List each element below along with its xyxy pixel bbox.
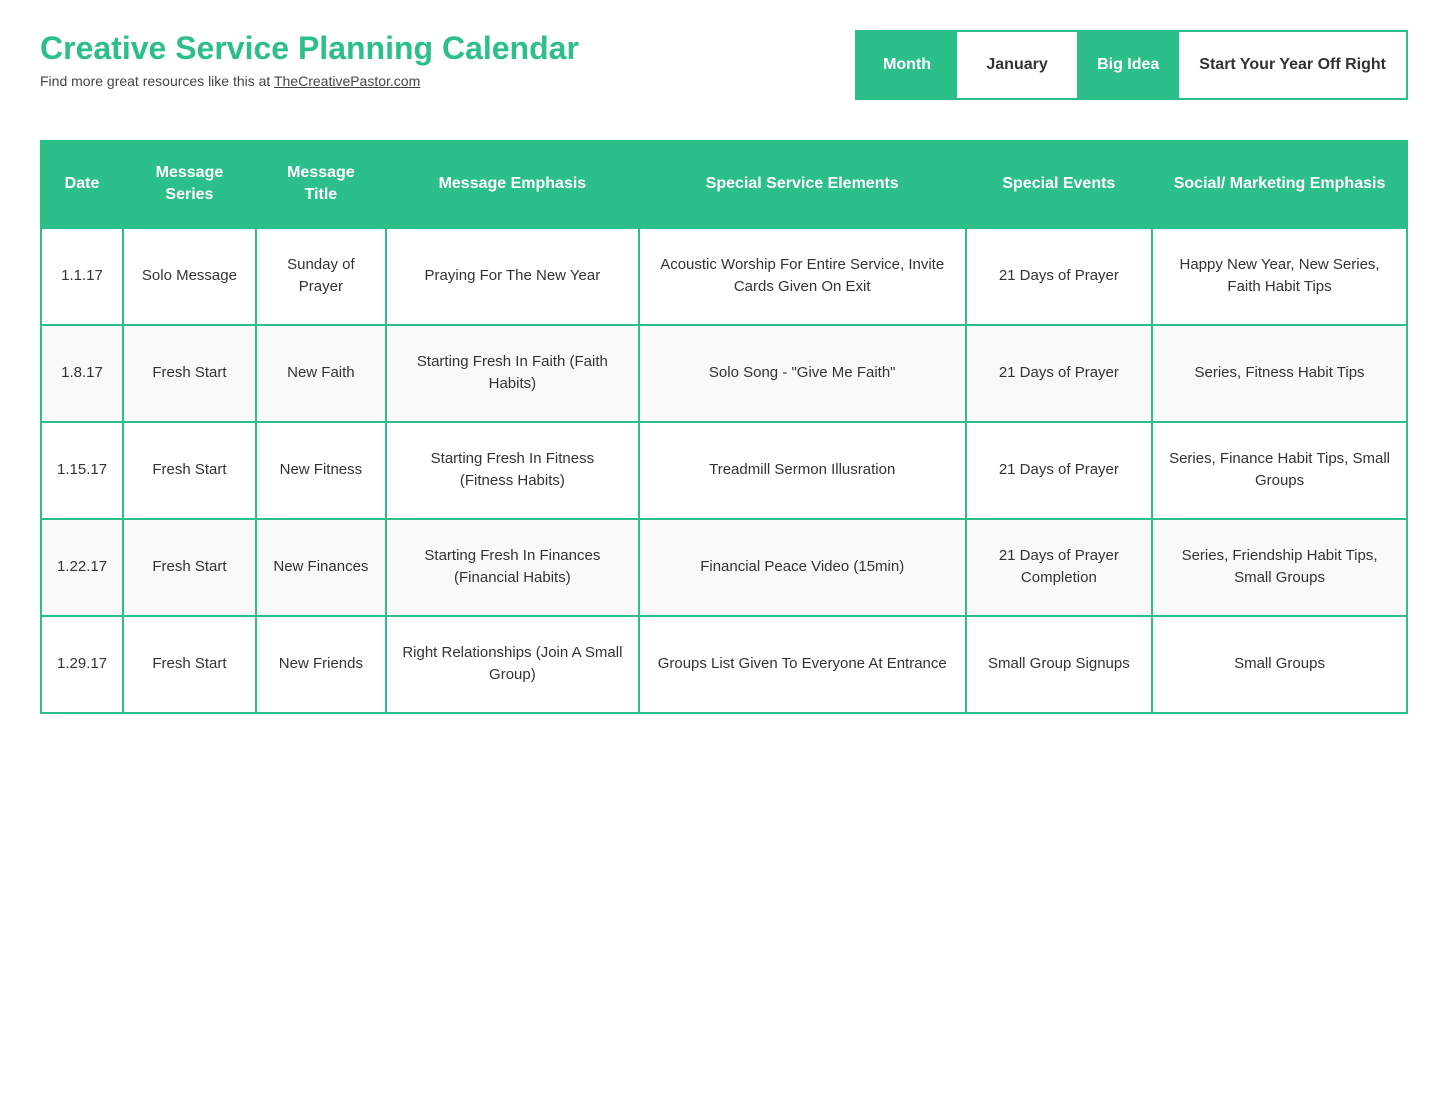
cell-service_elements-4: Groups List Given To Everyone At Entranc…: [639, 616, 966, 713]
cell-series-0: Solo Message: [123, 228, 256, 325]
cell-special_events-2: 21 Days of Prayer: [966, 422, 1152, 519]
month-value-cell: January: [957, 32, 1077, 98]
cell-date-0: 1.1.17: [41, 228, 123, 325]
big-idea-label: Big Idea: [1097, 56, 1159, 74]
cell-date-4: 1.29.17: [41, 616, 123, 713]
col-emphasis: Message Emphasis: [386, 141, 639, 228]
big-idea-value-cell: Start Your Year Off Right: [1179, 32, 1406, 98]
cell-service_elements-0: Acoustic Worship For Entire Service, Inv…: [639, 228, 966, 325]
cell-date-2: 1.15.17: [41, 422, 123, 519]
planning-table: Date Message Series Message Title Messag…: [40, 140, 1408, 714]
big-idea-label-cell: Big Idea: [1077, 32, 1179, 98]
cell-series-4: Fresh Start: [123, 616, 256, 713]
col-special-events: Special Events: [966, 141, 1152, 228]
title-area: Creative Service Planning Calendar Find …: [40, 30, 855, 89]
big-idea-value: Start Your Year Off Right: [1199, 55, 1386, 76]
cell-special_events-1: 21 Days of Prayer: [966, 325, 1152, 422]
cell-marketing-1: Series, Fitness Habit Tips: [1152, 325, 1407, 422]
cell-special_events-3: 21 Days of Prayer Completion: [966, 519, 1152, 616]
cell-service_elements-3: Financial Peace Video (15min): [639, 519, 966, 616]
table-row: 1.1.17Solo MessageSunday of PrayerPrayin…: [41, 228, 1407, 325]
cell-emphasis-1: Starting Fresh In Faith (Faith Habits): [386, 325, 639, 422]
cell-marketing-2: Series, Finance Habit Tips, Small Groups: [1152, 422, 1407, 519]
cell-series-3: Fresh Start: [123, 519, 256, 616]
cell-marketing-0: Happy New Year, New Series, Faith Habit …: [1152, 228, 1407, 325]
cell-title-4: New Friends: [256, 616, 386, 713]
cell-title-0: Sunday of Prayer: [256, 228, 386, 325]
page-title: Creative Service Planning Calendar: [40, 30, 855, 67]
month-label: Month: [883, 56, 931, 74]
cell-special_events-0: 21 Days of Prayer: [966, 228, 1152, 325]
month-label-cell: Month: [857, 32, 957, 98]
cell-emphasis-4: Right Relationships (Join A Small Group): [386, 616, 639, 713]
cell-special_events-4: Small Group Signups: [966, 616, 1152, 713]
table-row: 1.22.17Fresh StartNew FinancesStarting F…: [41, 519, 1407, 616]
cell-emphasis-2: Starting Fresh In Fitness (Fitness Habit…: [386, 422, 639, 519]
cell-title-2: New Fitness: [256, 422, 386, 519]
cell-emphasis-0: Praying For The New Year: [386, 228, 639, 325]
table-container: Date Message Series Message Title Messag…: [40, 140, 1408, 714]
cell-emphasis-3: Starting Fresh In Finances (Financial Ha…: [386, 519, 639, 616]
cell-title-3: New Finances: [256, 519, 386, 616]
cell-title-1: New Faith: [256, 325, 386, 422]
meta-box: Month January Big Idea Start Your Year O…: [855, 30, 1408, 100]
cell-series-1: Fresh Start: [123, 325, 256, 422]
col-series: Message Series: [123, 141, 256, 228]
month-value: January: [986, 56, 1047, 74]
cell-series-2: Fresh Start: [123, 422, 256, 519]
cell-marketing-4: Small Groups: [1152, 616, 1407, 713]
cell-service_elements-2: Treadmill Sermon Illusration: [639, 422, 966, 519]
cell-marketing-3: Series, Friendship Habit Tips, Small Gro…: [1152, 519, 1407, 616]
subtitle: Find more great resources like this at T…: [40, 73, 855, 89]
table-header-row: Date Message Series Message Title Messag…: [41, 141, 1407, 228]
col-title: Message Title: [256, 141, 386, 228]
cell-service_elements-1: Solo Song - "Give Me Faith": [639, 325, 966, 422]
header-section: Creative Service Planning Calendar Find …: [40, 30, 1408, 100]
table-row: 1.15.17Fresh StartNew FitnessStarting Fr…: [41, 422, 1407, 519]
col-date: Date: [41, 141, 123, 228]
subtitle-link[interactable]: TheCreativePastor.com: [274, 73, 420, 89]
col-marketing: Social/ Marketing Emphasis: [1152, 141, 1407, 228]
table-row: 1.8.17Fresh StartNew FaithStarting Fresh…: [41, 325, 1407, 422]
col-service-elements: Special Service Elements: [639, 141, 966, 228]
cell-date-3: 1.22.17: [41, 519, 123, 616]
cell-date-1: 1.8.17: [41, 325, 123, 422]
table-row: 1.29.17Fresh StartNew FriendsRight Relat…: [41, 616, 1407, 713]
subtitle-text: Find more great resources like this at: [40, 73, 270, 89]
